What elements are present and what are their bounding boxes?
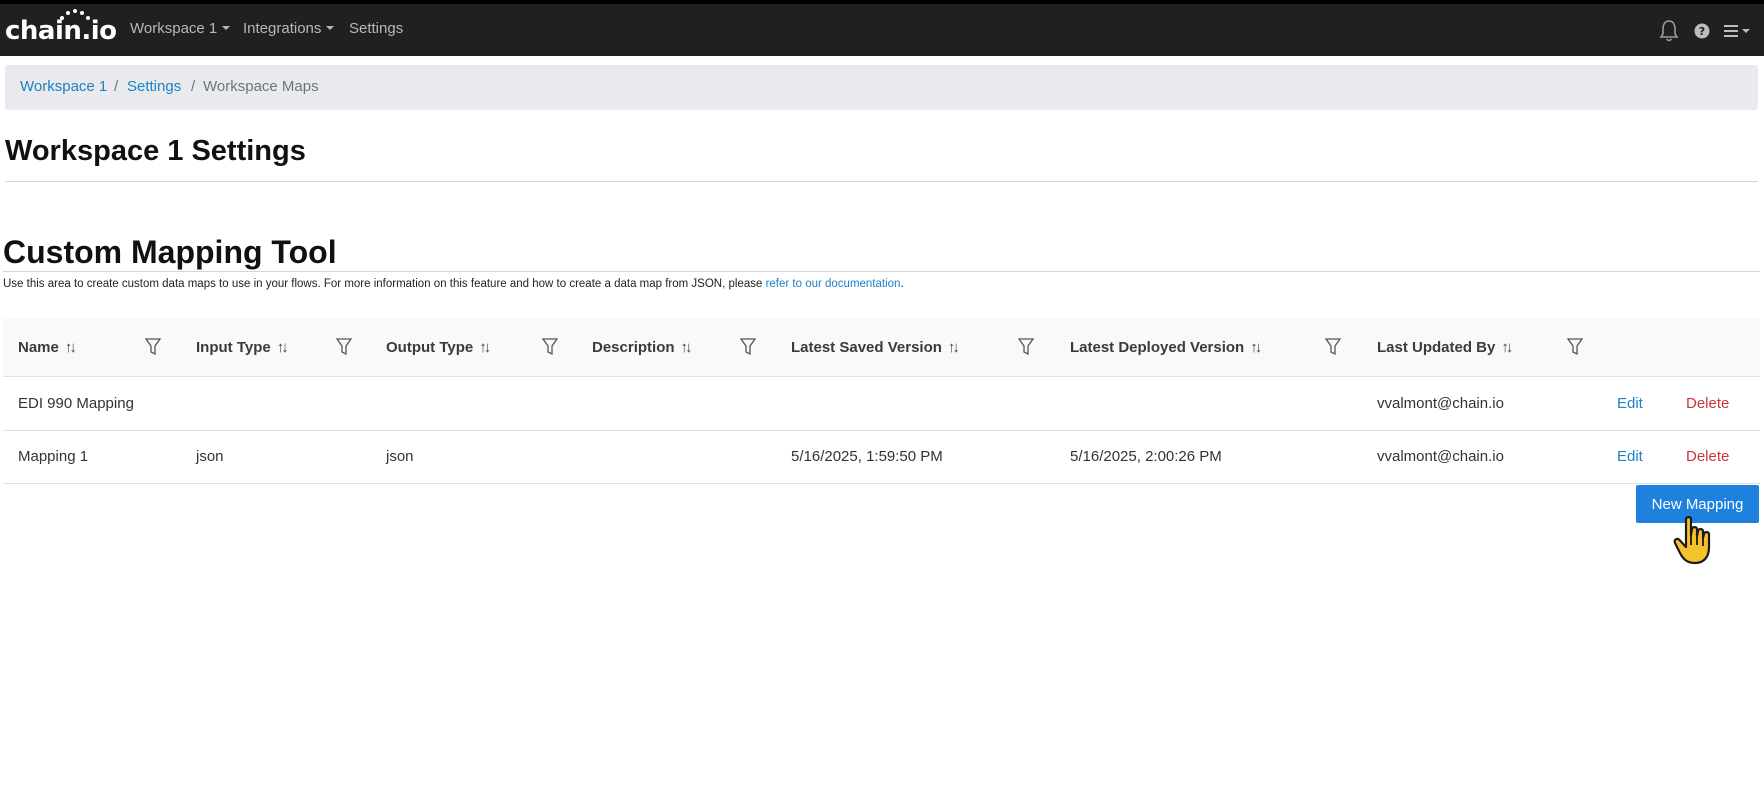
filter-icon[interactable]: [541, 338, 559, 361]
sort-icon[interactable]: ↑↓: [277, 339, 289, 356]
filter-icon[interactable]: [335, 338, 353, 361]
section-description: Use this area to create custom data maps…: [3, 278, 904, 290]
breadcrumb-separator: /: [114, 78, 119, 95]
column-header-latest-deployed-version[interactable]: Latest Deployed Version ↑↓: [1070, 339, 1262, 356]
cell-latest-deployed: 5/16/2025, 2:00:26 PM: [1070, 448, 1222, 465]
edit-link[interactable]: Edit: [1617, 448, 1643, 465]
column-header-name[interactable]: Name ↑↓: [18, 339, 77, 356]
sort-icon[interactable]: ↑↓: [948, 339, 960, 356]
sort-icon[interactable]: ↑↓: [681, 339, 693, 356]
sort-icon[interactable]: ↑↓: [479, 339, 491, 356]
bell-icon[interactable]: [1659, 19, 1679, 48]
column-header-output-type[interactable]: Output Type ↑↓: [386, 339, 491, 356]
table-row: Mapping 1 json json 5/16/2025, 1:59:50 P…: [3, 431, 1760, 484]
cell-last-updated-by: vvalmont@chain.io: [1377, 448, 1504, 465]
menu-icon[interactable]: [1724, 24, 1752, 43]
sort-icon[interactable]: ↑↓: [65, 339, 77, 356]
top-navbar: chain.io Workspace 1 Integrations Settin…: [0, 0, 1764, 56]
nav-integrations-dropdown[interactable]: Integrations: [243, 20, 334, 37]
column-header-latest-saved-version[interactable]: Latest Saved Version ↑↓: [791, 339, 960, 356]
cell-last-updated-by: vvalmont@chain.io: [1377, 395, 1504, 412]
table-row: EDI 990 Mapping vvalmont@chain.io Edit D…: [3, 378, 1760, 431]
help-icon[interactable]: ?: [1694, 23, 1710, 44]
breadcrumb-separator: /: [191, 78, 196, 95]
documentation-link[interactable]: refer to our documentation: [766, 278, 901, 290]
edit-link[interactable]: Edit: [1617, 395, 1643, 412]
table-header: Name ↑↓ Input Type ↑↓ Output Type ↑↓ Descri…: [3, 318, 1760, 377]
delete-link[interactable]: Delete: [1686, 395, 1729, 412]
breadcrumb-current: Workspace Maps: [203, 78, 319, 95]
divider: [5, 181, 1758, 182]
sort-icon[interactable]: ↑↓: [1250, 339, 1262, 356]
column-header-last-updated-by[interactable]: Last Updated By ↑↓: [1377, 339, 1513, 356]
filter-icon[interactable]: [739, 338, 757, 361]
filter-icon[interactable]: [1566, 338, 1584, 361]
cell-name: EDI 990 Mapping: [18, 395, 134, 412]
cell-latest-saved: 5/16/2025, 1:59:50 PM: [791, 448, 943, 465]
cell-output-type: json: [386, 448, 414, 465]
logo-dots: [60, 8, 90, 20]
section-title: Custom Mapping Tool: [3, 234, 337, 270]
nav-settings[interactable]: Settings: [349, 20, 403, 37]
svg-text:?: ?: [1699, 25, 1705, 38]
hand-cursor-icon: [1672, 515, 1716, 572]
delete-link[interactable]: Delete: [1686, 448, 1729, 465]
filter-icon[interactable]: [144, 338, 162, 361]
divider: [3, 271, 1760, 272]
chain-io-logo[interactable]: chain.io: [5, 9, 117, 46]
cell-input-type: json: [196, 448, 224, 465]
filter-icon[interactable]: [1017, 338, 1035, 361]
breadcrumb-settings[interactable]: Settings: [127, 78, 181, 95]
breadcrumb: Workspace 1 / Settings / Workspace Maps: [5, 65, 1758, 110]
column-header-description[interactable]: Description ↑↓: [592, 339, 693, 356]
column-header-input-type[interactable]: Input Type ↑↓: [196, 339, 289, 356]
page-title: Workspace 1 Settings: [5, 135, 306, 167]
cell-name: Mapping 1: [18, 448, 89, 465]
breadcrumb-workspace[interactable]: Workspace 1: [20, 78, 107, 95]
sort-icon[interactable]: ↑↓: [1501, 339, 1513, 356]
filter-icon[interactable]: [1324, 338, 1342, 361]
nav-workspace-dropdown[interactable]: Workspace 1: [130, 20, 230, 37]
